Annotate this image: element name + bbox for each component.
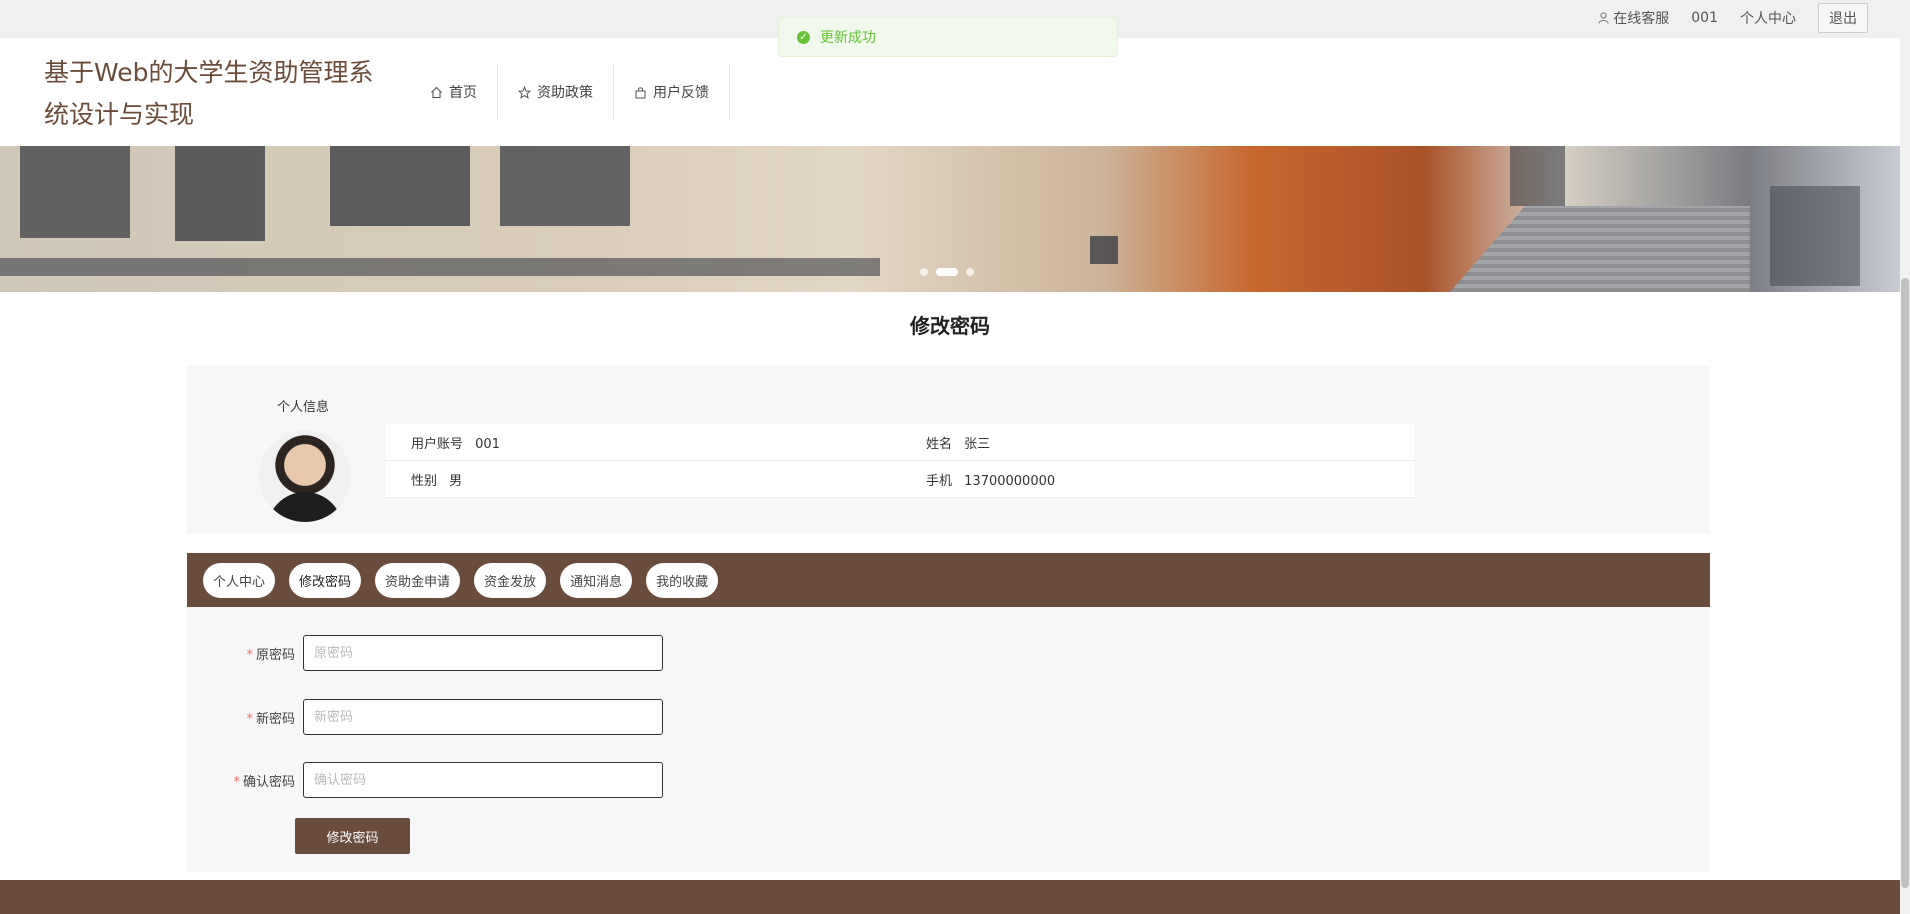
- site-title[interactable]: 基于Web的大学生资助管理系统设计与实现: [44, 52, 394, 136]
- profile-panel: 个人信息 用户账号 001 姓名 张三 性别 男 手机 13700000000: [187, 366, 1710, 534]
- main-nav: 首页 资助政策 用户反馈: [410, 64, 730, 120]
- user-icon: [1598, 12, 1609, 24]
- nav-item-policy-label: 资助政策: [537, 85, 593, 101]
- page-title: 修改密码: [910, 314, 990, 338]
- field-value: 张三: [964, 436, 991, 452]
- profile-row: 性别 男 手机 13700000000: [385, 461, 1415, 498]
- nav-item-home-label: 首页: [449, 85, 477, 101]
- confirm-password-row: * 确认密码: [187, 762, 663, 798]
- confirm-password-input[interactable]: [303, 762, 663, 798]
- change-password-form: * 原密码 * 新密码 * 确认密码 修改密码: [187, 607, 1710, 872]
- tab-fund-distribution[interactable]: 资金发放: [474, 562, 547, 598]
- topbar-actions: 在线客服 001 个人中心 退出: [1598, 0, 1868, 36]
- field-value: 001: [475, 436, 500, 452]
- tab-personal-center[interactable]: 个人中心: [203, 562, 276, 598]
- field-key: 手机: [926, 473, 953, 489]
- tab-notifications[interactable]: 通知消息: [560, 562, 633, 598]
- tab-change-password[interactable]: 修改密码: [289, 562, 362, 598]
- nav-item-policy[interactable]: 资助政策: [498, 64, 614, 120]
- profile-section-label: 个人信息: [277, 400, 330, 415]
- profile-field-phone: 手机 13700000000: [900, 470, 1415, 489]
- carousel-dot[interactable]: [966, 268, 974, 276]
- field-key: 用户账号: [411, 436, 464, 452]
- check-circle-icon: ✓: [797, 30, 810, 44]
- profile-center-link[interactable]: 个人中心: [1740, 8, 1796, 28]
- field-value: 13700000000: [964, 473, 1056, 489]
- confirm-password-label: * 确认密码: [233, 774, 295, 790]
- nav-item-feedback-label: 用户反馈: [653, 85, 709, 101]
- avatar[interactable]: [259, 430, 351, 522]
- nav-item-home[interactable]: 首页: [410, 64, 498, 120]
- new-password-label: * 新密码: [246, 711, 295, 727]
- carousel-dot-active[interactable]: [936, 268, 958, 276]
- field-key: 姓名: [926, 436, 953, 452]
- profile-field-name: 姓名 张三: [900, 433, 1415, 452]
- scrollbar-thumb[interactable]: [1901, 278, 1909, 888]
- home-icon: [431, 86, 442, 98]
- profile-field-gender: 性别 男: [385, 470, 900, 489]
- footer: [0, 880, 1900, 914]
- logout-button[interactable]: 退出: [1818, 3, 1868, 33]
- user-center-tabs: 个人中心 修改密码 资助金申请 资金发放 通知消息 我的收藏: [187, 553, 1710, 607]
- username-display: 001: [1691, 10, 1718, 26]
- toast-message: 更新成功: [820, 30, 876, 46]
- star-icon: [518, 85, 531, 99]
- old-password-input[interactable]: [303, 635, 663, 671]
- bag-icon: [635, 86, 646, 98]
- carousel-dot[interactable]: [920, 268, 928, 276]
- nav-item-feedback[interactable]: 用户反馈: [614, 64, 730, 120]
- profile-row: 用户账号 001 姓名 张三: [385, 424, 1415, 461]
- online-service-label: 在线客服: [1613, 11, 1670, 27]
- old-password-label: * 原密码: [246, 647, 295, 663]
- success-toast: ✓ 更新成功: [778, 17, 1118, 57]
- profile-field-account: 用户账号 001: [385, 433, 900, 452]
- online-service-link[interactable]: 在线客服: [1598, 8, 1669, 28]
- profile-info-table: 用户账号 001 姓名 张三 性别 男 手机 13700000000: [385, 424, 1415, 498]
- tab-aid-application[interactable]: 资助金申请: [375, 562, 461, 598]
- old-password-row: * 原密码: [187, 635, 663, 671]
- field-key: 性别: [411, 473, 438, 489]
- new-password-input[interactable]: [303, 699, 663, 735]
- page-scrollbar[interactable]: [1900, 0, 1910, 914]
- carousel-dots: [920, 268, 974, 276]
- new-password-row: * 新密码: [187, 699, 663, 735]
- tab-favorites[interactable]: 我的收藏: [646, 562, 719, 598]
- field-value: 男: [449, 473, 463, 489]
- change-password-button[interactable]: 修改密码: [295, 818, 410, 854]
